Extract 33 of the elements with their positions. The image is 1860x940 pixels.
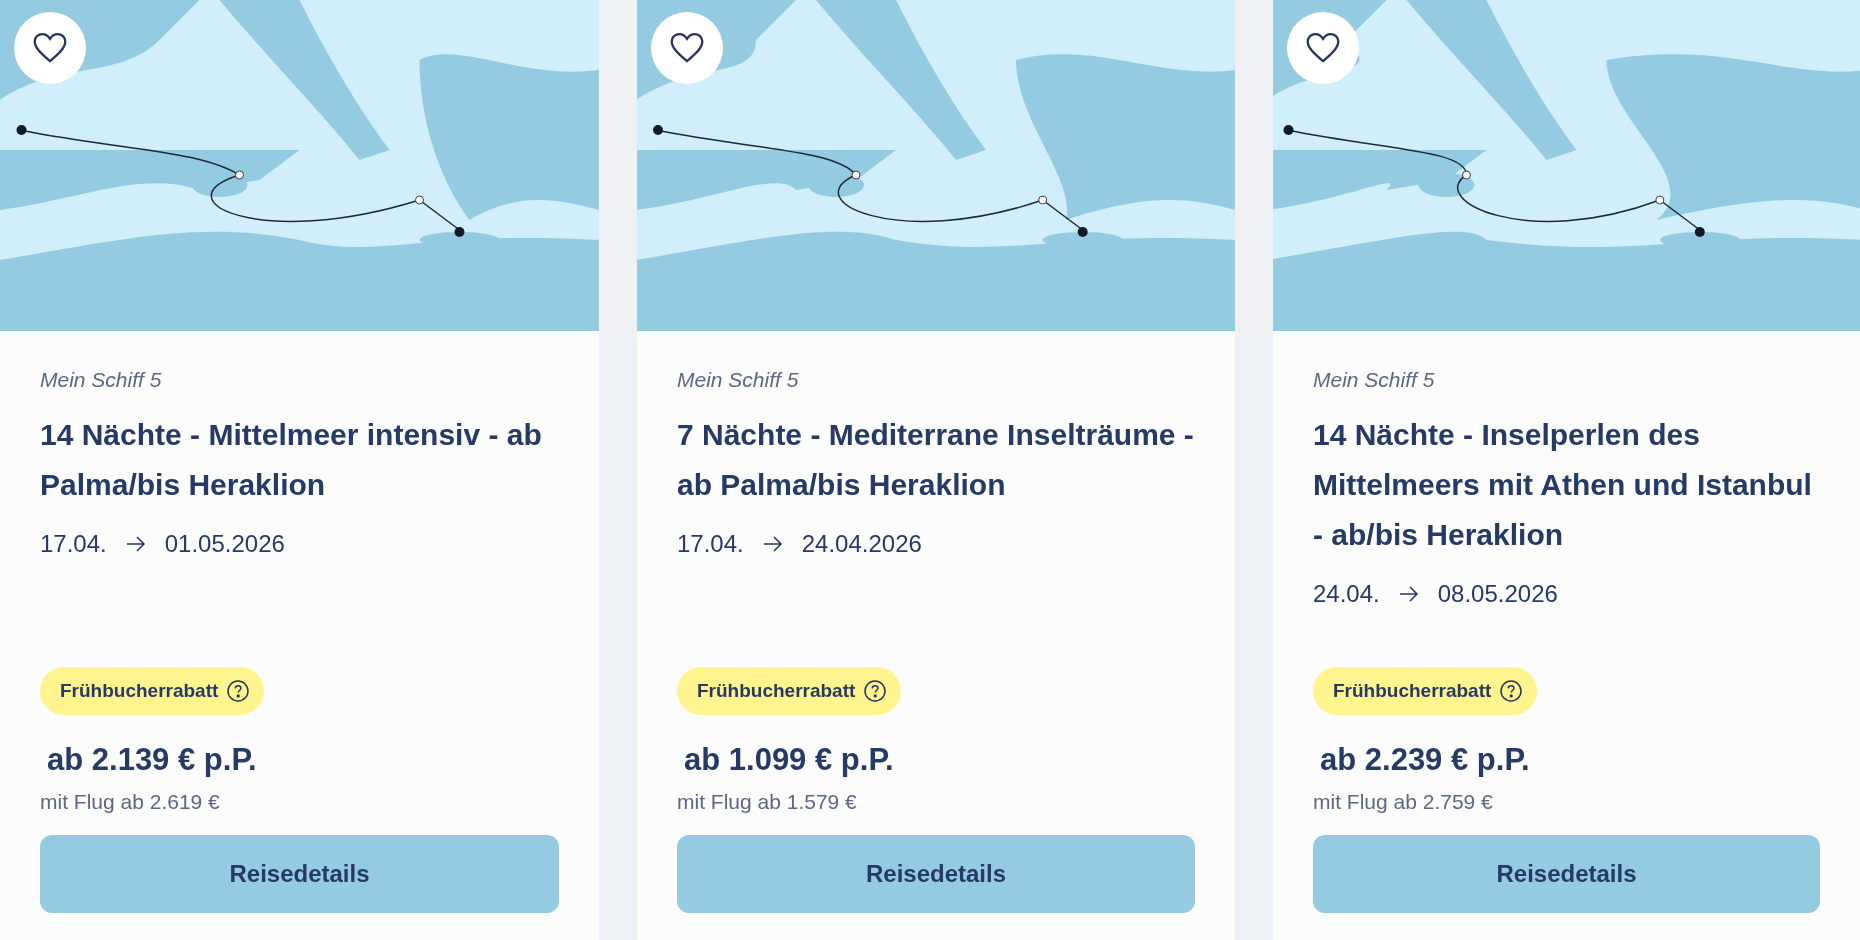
flight-price: mit Flug ab 2.759 €	[1313, 788, 1494, 815]
end-date: 01.05.2026	[164, 528, 285, 559]
details-button[interactable]: Reisedetails	[1313, 835, 1820, 913]
details-button[interactable]: Reisedetails	[40, 835, 559, 913]
help-icon	[863, 679, 888, 703]
cruise-title: 7 Nächte - Mediterrane Inselträume - ab Palma/bis Heraklion	[677, 416, 1195, 503]
details-button[interactable]: Reisedetails	[677, 835, 1195, 913]
help-icon	[226, 679, 251, 703]
heart-icon	[32, 32, 68, 64]
price: ab 2.139 € p.P.	[46, 741, 258, 779]
flight-price: mit Flug ab 2.619 €	[40, 788, 221, 815]
cruise-title: 14 Nächte - Inselperlen des Mittelmeers mit Athen und Istanbul - ab/bis Heraklion	[1313, 416, 1813, 553]
badge-label: Frühbucherrabatt	[60, 678, 219, 703]
price: ab 1.099 € p.P.	[683, 741, 895, 779]
help-icon	[1499, 679, 1524, 703]
heart-icon	[1305, 32, 1341, 64]
arrow-icon	[124, 534, 147, 553]
ship-name: Mein Schiff 5	[40, 367, 163, 393]
end-date: 08.05.2026	[1437, 578, 1558, 609]
end-date: 24.04.2026	[801, 528, 922, 559]
badge-label: Frühbucherrabatt	[697, 678, 856, 703]
arrow-icon	[1397, 584, 1420, 603]
heart-icon	[669, 32, 705, 64]
arrow-icon	[761, 534, 784, 553]
badge-label: Frühbucherrabatt	[1333, 678, 1492, 703]
flight-price: mit Flug ab 1.579 €	[677, 788, 858, 815]
start-date: 17.04.	[677, 528, 744, 559]
ship-name: Mein Schiff 5	[677, 367, 800, 393]
price: ab 2.239 € p.P.	[1319, 741, 1531, 779]
start-date: 17.04.	[40, 528, 107, 559]
start-date: 24.04.	[1313, 578, 1380, 609]
ship-name: Mein Schiff 5	[1313, 367, 1436, 393]
cruise-title: 14 Nächte - Mittelmeer intensiv - ab Palma/bis Heraklion	[40, 416, 543, 503]
